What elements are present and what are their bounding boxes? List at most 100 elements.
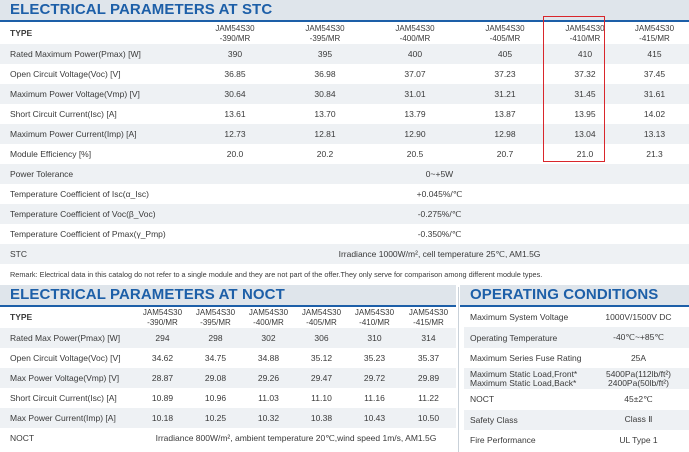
op-label: Safety Class [464,409,588,430]
param-value: 314 [401,328,456,348]
noct-row: Open Circuit Voltage(Voc) [V] 34.62 34.75 3… [0,348,456,368]
param-value: 12.90 [370,124,460,144]
param-value: 20.5 [406,149,424,159]
param-value: 29.47 [295,368,348,388]
noct-condition-row: NOCT Irradiance 800W/m², ambient temperat… [0,428,456,448]
param-value: 405 [460,44,550,64]
static-load-back-label: Maximum Static Load,Back* [470,377,577,388]
param-value: 390 [190,44,280,64]
noct-table: TYPE JAM54S30 -390/MR JAM54S30 -395/MR JAM54S… [0,307,456,448]
param-value: 10.25 [189,408,242,428]
model-suffix: -390/MR [147,317,178,327]
param-value: 13.13 [620,124,689,144]
model-series: JAM54S30 [195,308,236,317]
type-label: TYPE [10,311,33,322]
section-divider [458,287,459,452]
model-series: JAM54S30 [305,24,345,33]
param-value: 13.79 [404,109,426,119]
op-value: UL Type 1 [619,435,658,446]
op-row-safety-class: Safety Class Class Ⅱ [464,409,689,430]
model-suffix: -415/MR [413,317,444,327]
op-label: NOCT [470,394,495,405]
param-value: 31.21 [460,84,550,104]
op-label: Maximum Series Fuse Rating [470,352,582,363]
op-label-static-load: Maximum Static Load,Front* Maximum Stati… [464,368,588,390]
param-label: Open Circuit Voltage(Voc) [V] [10,69,121,79]
stc-span-row: Temperature Coefficient of Voc(β_Voc) -0.… [0,204,689,224]
op-value-static-load: 5400Pa(112lb/ft²) 2400Pa(50lb/ft²) [588,368,689,390]
param-value: 35.23 [363,353,386,363]
noct-row: Short Circuit Current(Isc) [A] 10.89 10.96… [0,388,456,408]
noct-row: Max Power Voltage(Vmp) [V] 28.87 29.08 29.2… [0,368,456,388]
param-label: Open Circuit Voltage(Voc) [V] [10,353,121,363]
model-suffix: -400/MR [399,33,431,43]
model-header: JAM54S30 -410/MR [348,307,401,328]
model-series: JAM54S30 [142,308,183,317]
model-series: JAM54S30 [408,308,449,317]
param-value: Irradiance 800W/m², ambient temperature … [155,432,437,443]
param-value: 10.89 [151,393,174,403]
param-value: Irradiance 1000W/m², cell temperature 25… [190,244,689,264]
stc-span-row: Temperature Coefficient of Pmax(γ_Pmp) -0… [0,224,689,244]
operating-section-title: OPERATING CONDITIONS [460,285,689,307]
param-value: 11.10 [311,393,332,403]
param-value: 12.81 [280,124,370,144]
param-label: Maximum Power Voltage(Vmp) [V] [0,84,190,104]
op-value: -40℃~+85℃ [588,327,689,348]
op-row-static-load: Maximum Static Load,Front* Maximum Stati… [464,368,689,390]
op-value: 1000V/1500V DC [605,312,672,323]
model-suffix: -395/MR [309,33,341,43]
param-label: Module Efficiency [%] [10,149,92,159]
param-value: 10.43 [348,408,401,428]
op-row-operating-temp: Operating Temperature -40℃~+85℃ [464,327,689,348]
model-header: JAM54S30 -390/MR [190,23,280,44]
param-value: 0~+5W [190,164,689,184]
type-label: TYPE [10,27,33,38]
param-value: -0.350%/℃ [417,228,462,239]
model-header: JAM54S30 -395/MR [280,23,370,44]
param-value: 298 [189,328,242,348]
stc-span-row: STC Irradiance 1000W/m², cell temperature… [0,244,689,264]
model-series: JAM54S30 [301,308,342,317]
model-header: JAM54S30 -390/MR [136,307,189,328]
stc-span-row: Power Tolerance 0~+5W [0,164,689,184]
param-value: +0.045%/℃ [416,188,463,199]
model-series: JAM54S30 [215,24,255,33]
model-series: JAM54S30 [634,24,675,33]
operating-table: Maximum System Voltage 1000V/1500V DC Op… [464,307,689,450]
param-value: 36.85 [224,69,246,79]
param-value: 35.37 [417,353,440,363]
param-label: Power Tolerance [0,164,190,184]
noct-row: Max Power Current(Imp) [A] 10.18 10.25 10.3… [0,408,456,428]
param-value: 400 [370,44,460,64]
param-value: 34.75 [204,353,227,363]
param-value: 10.96 [204,393,227,403]
param-value: 294 [136,328,189,348]
op-row-fuse-rating: Maximum Series Fuse Rating 25A [464,348,689,368]
param-value: 11.22 [418,393,439,403]
param-value: 13.70 [314,109,336,119]
model-header: JAM54S30 -405/MR [460,23,550,44]
param-label: Temperature Coefficient of Voc(β_Voc) [0,204,190,224]
model-series: JAM54S30 [485,24,525,33]
param-value: 395 [280,44,370,64]
param-value: 37.23 [494,69,516,79]
param-value: 29.72 [348,368,401,388]
model-suffix: -390/MR [219,33,251,43]
op-row-fire-performance: Fire Performance UL Type 1 [464,430,689,450]
param-value: 10.38 [295,408,348,428]
param-value: 20.7 [496,149,514,159]
model-header: JAM54S30 -395/MR [189,307,242,328]
model-series: JAM54S30 [395,24,435,33]
model-suffix: -415/MR [639,33,670,43]
op-value: 25A [630,352,647,363]
op-label: Fire Performance [470,435,536,446]
op-row-max-voltage: Maximum System Voltage 1000V/1500V DC [464,307,689,327]
param-value: 11.03 [258,393,279,403]
op-value: Class Ⅱ [588,409,689,430]
param-label: Rated Maximum Power(Pmax) [W] [0,44,190,64]
param-value: 31.01 [370,84,460,104]
model-suffix: -410/MR [359,317,390,327]
param-value: 11.16 [364,393,385,403]
param-value: 36.98 [314,69,336,79]
